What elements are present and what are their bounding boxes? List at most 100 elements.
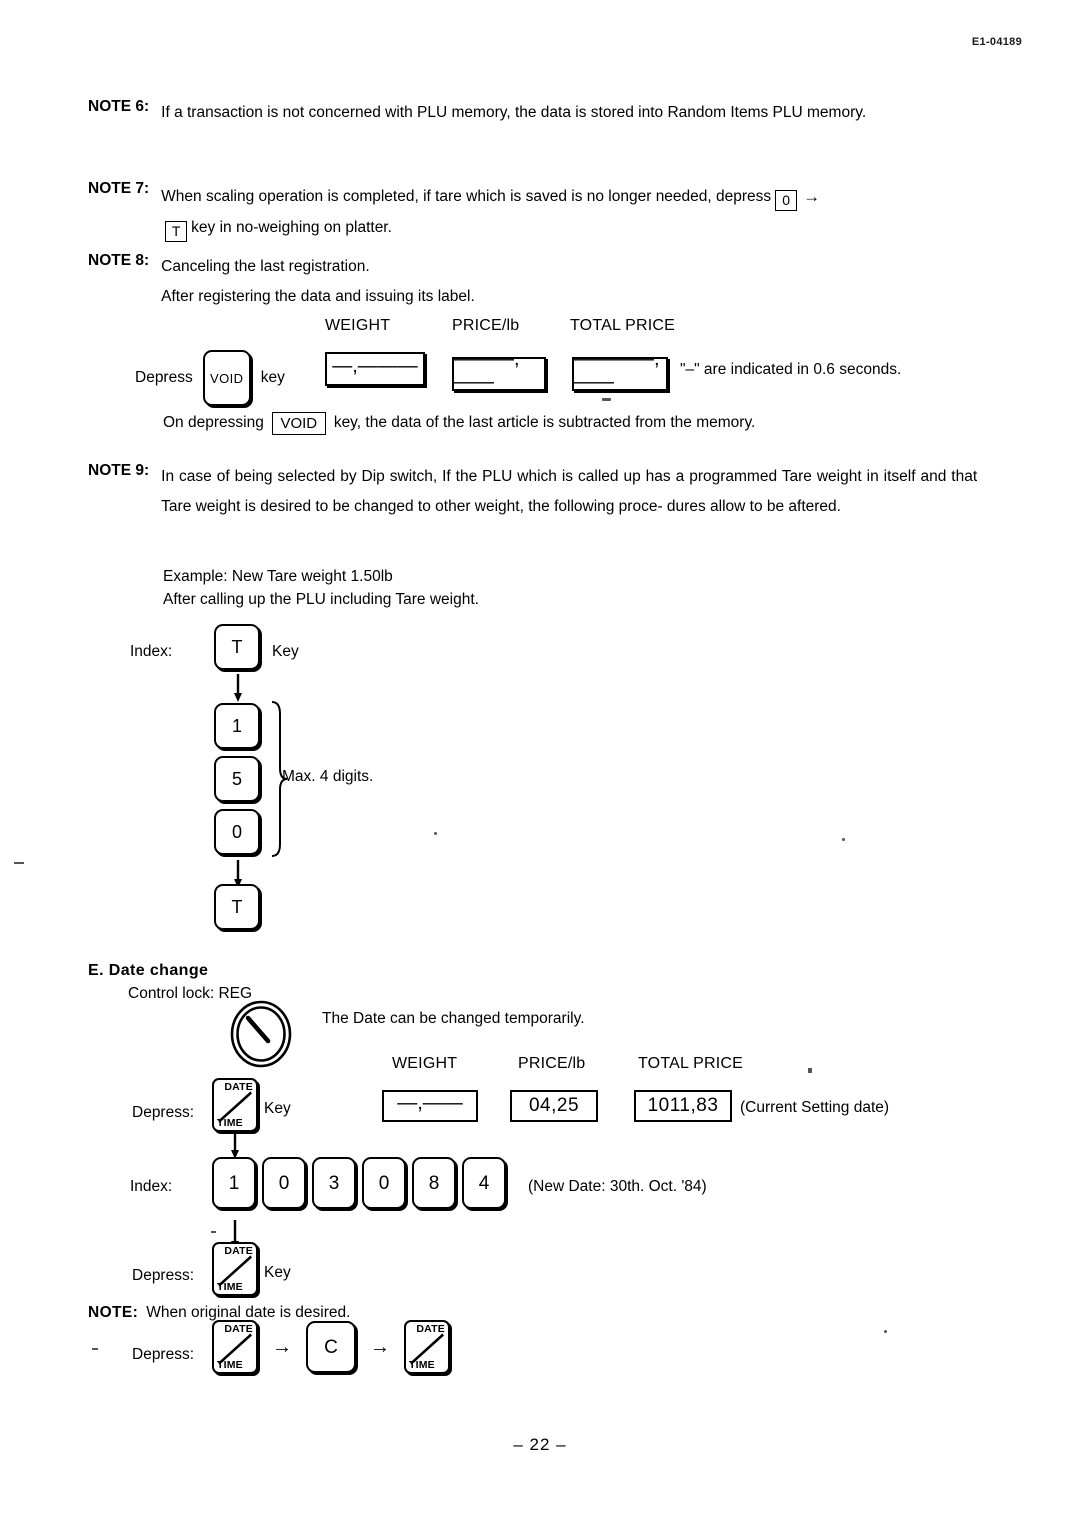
key-t-inline[interactable]: T	[165, 220, 188, 242]
date-display-weight: —,——	[382, 1090, 478, 1122]
note-6-block: NOTE 6: If a transaction is not concerne…	[88, 98, 978, 128]
date-flow-arrow-down-icon	[229, 1133, 241, 1159]
arrow-right-icon: →	[803, 187, 821, 206]
note-8-line-2: After registering the data and issuing i…	[161, 288, 475, 306]
scan-artifact-dot-7	[92, 1348, 98, 1350]
date-index-label: Index:	[130, 1178, 173, 1195]
document-page: E1-04189 NOTE 6: If a transaction is not…	[0, 0, 1080, 1513]
final-date-time-key-1[interactable]: DATE TIME	[212, 1320, 258, 1374]
note-8-display-total-wrap: ————,——	[572, 348, 668, 393]
note-9-block: NOTE 9: In case of being selected by Dip…	[88, 462, 988, 522]
date-time-key-top-label: DATE	[224, 1081, 253, 1093]
final-note-depress-label: Depress:	[132, 1346, 195, 1363]
date-display-price: 04,25	[510, 1090, 598, 1122]
date-display-price-wrap: 04,25	[510, 1090, 598, 1122]
final-key-1-bottom-label: TIME	[217, 1358, 243, 1371]
date-index-key-row: 1 0 3 0 8 4	[212, 1157, 506, 1209]
note-7-line-2-text: key in no-weighing on platter.	[191, 219, 392, 237]
section-e-depress-label: Depress:	[132, 1104, 195, 1121]
date-time-key-2[interactable]: DATE TIME	[212, 1242, 258, 1296]
document-code: E1-04189	[971, 36, 1022, 48]
void-key[interactable]: VOID	[202, 350, 251, 406]
note-8-closing-line: On depressing VOID key, the data of the …	[163, 408, 755, 438]
key-t-first[interactable]: T	[214, 624, 260, 670]
scan-artifact-dot-2	[434, 832, 437, 835]
control-lock-dial-icon	[230, 1000, 292, 1068]
date-display-caption: (Current Setting date)	[740, 1099, 890, 1116]
final-note-label: NOTE:	[88, 1304, 139, 1321]
final-date-time-key-2[interactable]: DATE TIME	[404, 1320, 450, 1374]
scan-artifact-dot	[602, 398, 611, 401]
key-digit-5[interactable]: 5	[214, 756, 260, 802]
column-header-price: PRICE/lb	[452, 317, 520, 334]
display-total-price: ————,——	[572, 348, 668, 393]
note-9-label: NOTE 9:	[88, 462, 150, 479]
key-t-last[interactable]: T	[214, 884, 260, 930]
final-key-1-top-label: DATE	[224, 1323, 253, 1335]
note-7-label: NOTE 7:	[88, 180, 150, 197]
date-time-key-2-bottom-label: TIME	[217, 1280, 243, 1293]
scan-artifact-dot-4	[14, 862, 24, 864]
note-8-label: NOTE 8:	[88, 252, 150, 269]
note-9-text: In case of being selected by Dip switch,…	[161, 468, 978, 516]
clear-key[interactable]: C	[306, 1321, 356, 1373]
void-key-inline[interactable]: VOID	[271, 411, 326, 435]
note-8-block: NOTE 8: Canceling the last registration.…	[88, 252, 988, 312]
note-7-block: NOTE 7: When scaling operation is comple…	[88, 180, 988, 243]
key-digit-1[interactable]: 1	[214, 703, 260, 749]
sequence-arrow-icon-2: →	[370, 1335, 390, 1358]
max-digits-label: Max. 4 digits.	[282, 768, 374, 785]
note-7-line-2: Tkey in no-weighing on platter.	[161, 213, 985, 243]
note-7-line-1: When scaling operation is completed, if …	[161, 180, 985, 213]
scan-artifact-dot-6	[211, 1231, 216, 1233]
date-display-weight-wrap: —,——	[382, 1090, 478, 1122]
section-e-depress2-label: Depress:	[132, 1267, 195, 1284]
date-time-key-bottom-label: TIME	[217, 1116, 243, 1129]
index-key-2[interactable]: 0	[262, 1157, 306, 1209]
note-7-line-1-text: When scaling operation is completed, if …	[161, 188, 772, 205]
note-8-trailing-text: "–" are indicated in 0.6 seconds.	[680, 361, 902, 378]
index-key-4[interactable]: 0	[362, 1157, 406, 1209]
index-key-6[interactable]: 4	[462, 1157, 506, 1209]
page-number: – 22 –	[513, 1435, 567, 1454]
date-time-key[interactable]: DATE TIME	[212, 1078, 258, 1132]
display-price: ———,——	[452, 348, 546, 393]
note-8-depress-row: Depress VOID key	[135, 350, 285, 406]
final-key-2-top-label: DATE	[416, 1323, 445, 1335]
date-display-total-wrap: 1011,83	[634, 1090, 732, 1122]
note-8-display-weight-wrap: —,———	[325, 352, 425, 386]
index-key-1[interactable]: 1	[212, 1157, 256, 1209]
key-word-label: key	[260, 368, 285, 386]
column-header-weight: WEIGHT	[325, 317, 391, 334]
note-8-closing-pre: On depressing	[163, 414, 264, 431]
key-digit-0[interactable]: 0	[214, 809, 260, 855]
sequence-arrow-icon-1: →	[272, 1335, 292, 1358]
depress-label: Depress	[135, 368, 193, 386]
index-key-3[interactable]: 3	[312, 1157, 356, 1209]
note-8-display-price-wrap: ———,——	[452, 348, 546, 393]
final-note-sequence: DATE TIME → C → DATE TIME	[212, 1320, 450, 1374]
note-9-key-word: Key	[272, 643, 299, 660]
date-display-total-price: 1011,83	[634, 1090, 732, 1122]
note-9-index-label: Index:	[130, 643, 173, 660]
date-time-key-2-top-label: DATE	[224, 1245, 253, 1257]
column-header-total-price: TOTAL PRICE	[570, 317, 676, 334]
date-column-header-total-price: TOTAL PRICE	[638, 1055, 744, 1072]
date-column-header-price: PRICE/lb	[518, 1055, 586, 1072]
final-key-2-bottom-label: TIME	[409, 1358, 435, 1371]
note-6-text: If a transaction is not concerned with P…	[161, 104, 867, 121]
scan-artifact-dot-5	[808, 1068, 812, 1073]
scan-artifact-dot-8	[884, 1330, 887, 1333]
note-8-line-1: Canceling the last registration.	[161, 258, 370, 275]
note-6-label: NOTE 6:	[88, 98, 150, 115]
date-index-caption: (New Date: 30th. Oct. '84)	[528, 1178, 707, 1195]
key-zero-inline[interactable]: 0	[775, 189, 798, 211]
section-e-key-word: Key	[264, 1100, 291, 1117]
display-weight: —,———	[325, 352, 425, 386]
note-8-closing-post: key, the data of the last article is sub…	[333, 414, 756, 431]
scan-artifact-dot-3	[842, 838, 845, 841]
index-key-5[interactable]: 8	[412, 1157, 456, 1209]
note-9-example-line-2: After calling up the PLU including Tare …	[163, 591, 479, 608]
section-e-description: The Date can be changed temporarily.	[322, 1010, 585, 1027]
flow-arrow-down-icon	[232, 674, 244, 702]
